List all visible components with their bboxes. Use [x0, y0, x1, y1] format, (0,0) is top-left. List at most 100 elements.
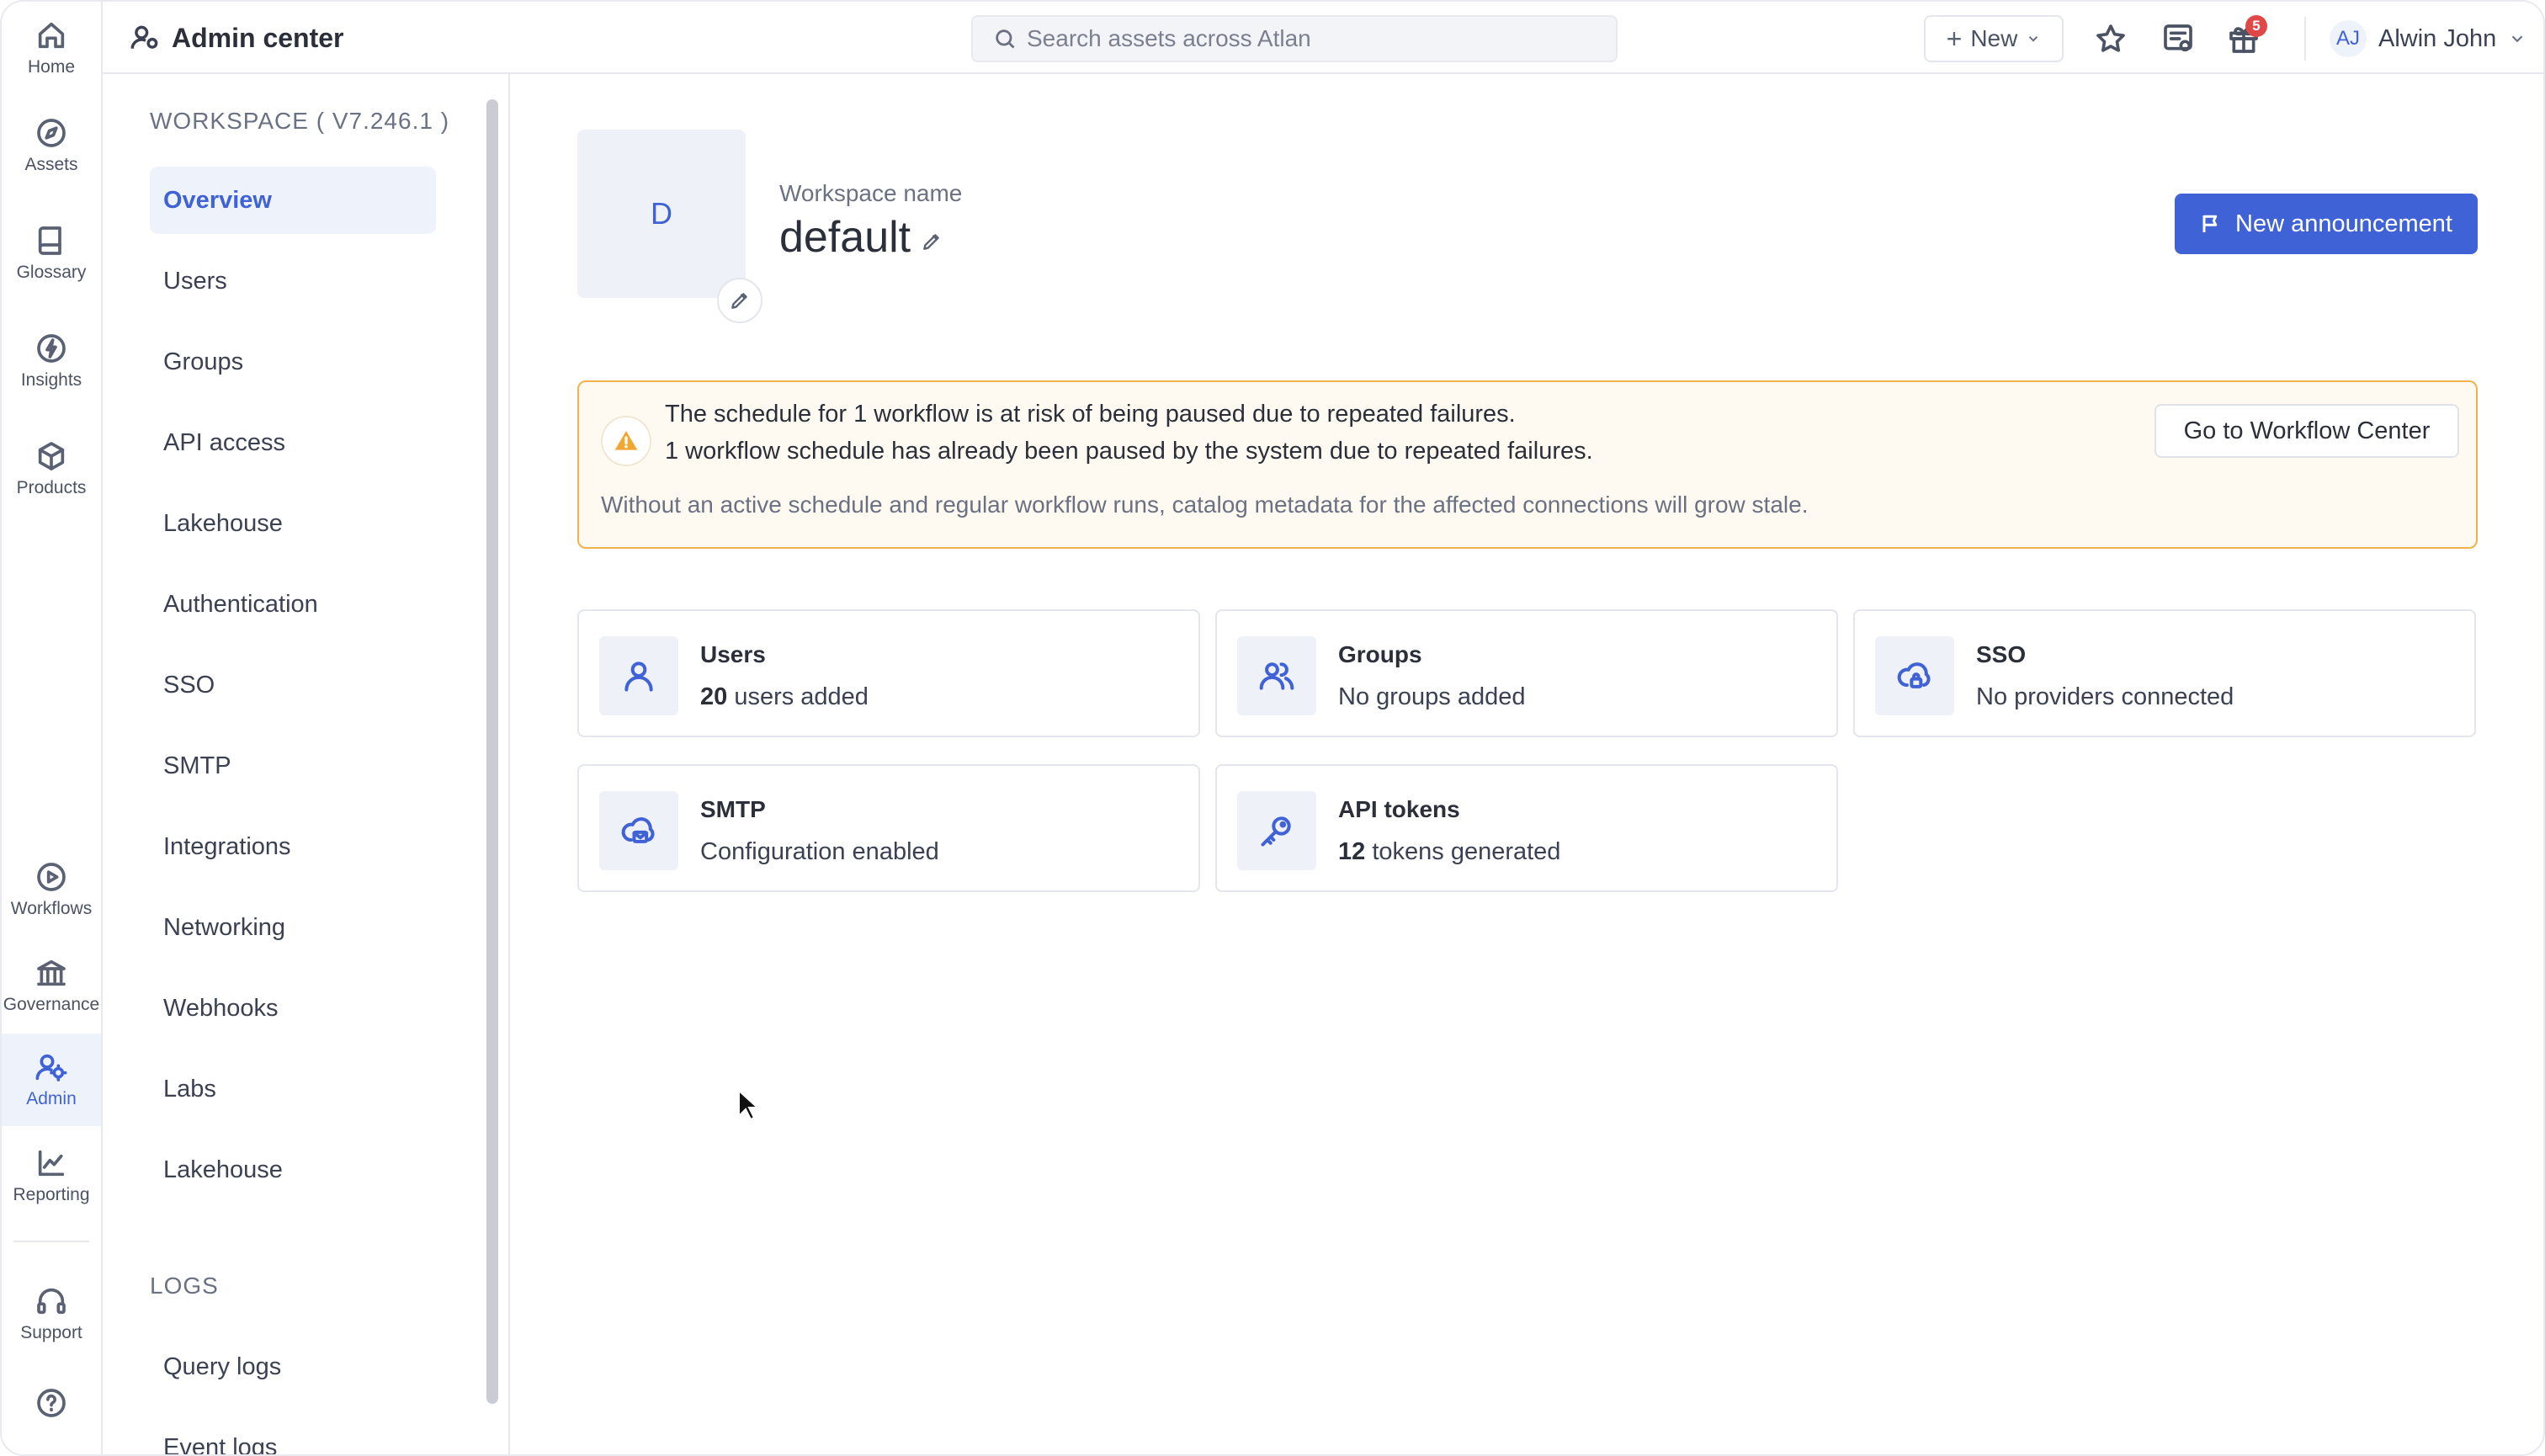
headset-icon: [37, 1288, 66, 1315]
bolt-icon: [37, 334, 66, 363]
sidebar-item-smtp[interactable]: SMTP: [150, 732, 436, 800]
search-input[interactable]: [1027, 25, 1599, 52]
sidebar-item-groups[interactable]: Groups: [150, 328, 436, 396]
search-icon: [996, 29, 1015, 49]
chart-icon: [38, 1150, 65, 1177]
card-title: Users: [700, 641, 766, 667]
warning-text: The schedule for 1 workflow is at risk o…: [665, 401, 1516, 428]
rail-item-governance[interactable]: Governance: [2, 939, 101, 1032]
rail-item-products[interactable]: Products: [2, 422, 101, 515]
sidebar-item-labs[interactable]: Labs: [150, 1055, 436, 1123]
sidebar-item-networking[interactable]: Networking: [150, 894, 436, 961]
starred-button[interactable]: [2091, 19, 2131, 59]
edit-avatar-button[interactable]: [717, 278, 762, 323]
groups-card[interactable]: Groups No groups added: [1215, 609, 1838, 737]
scrollbar[interactable]: [486, 99, 498, 1404]
inbox-check-icon: [2164, 24, 2192, 52]
rail-item-label: Reporting: [13, 1185, 90, 1204]
warning-description: Without an active schedule and regular w…: [601, 492, 1809, 518]
sidebar-item-api-access[interactable]: API access: [150, 409, 436, 476]
card-subtitle: Configuration enabled: [700, 838, 939, 865]
new-button[interactable]: + New: [1924, 15, 2064, 62]
sidebar-item-integrations[interactable]: Integrations: [150, 813, 436, 880]
user-icon: [599, 636, 678, 715]
logs-section-title: LOGS: [150, 1273, 219, 1299]
rail-item-glossary[interactable]: Glossary: [2, 207, 101, 300]
rail-item-reporting[interactable]: Reporting: [2, 1129, 101, 1222]
workspace-section-title: WORKSPACE ( V7.246.1 ): [150, 108, 450, 134]
card-subtitle-text: tokens generated: [1365, 838, 1561, 865]
app-window: Home Assets Glossary Insights Products W…: [0, 0, 2545, 1456]
divider: [2304, 17, 2306, 61]
card-subtitle: No providers connected: [1976, 683, 2234, 710]
card-title: SSO: [1976, 641, 2027, 667]
smtp-card[interactable]: SMTP Configuration enabled: [577, 764, 1200, 892]
rail-item-admin[interactable]: Admin: [2, 1034, 101, 1126]
warning-icon: [601, 416, 651, 466]
sidebar-item-sso[interactable]: SSO: [150, 651, 436, 719]
sso-card[interactable]: SSO No providers connected: [1853, 609, 2476, 737]
rail-item-label: Support: [20, 1323, 82, 1342]
pencil-icon: [923, 234, 939, 250]
key-icon: [1237, 791, 1316, 870]
card-count: 12: [1338, 838, 1366, 865]
sidebar-item-users[interactable]: Users: [150, 247, 436, 315]
rail-item-workflows[interactable]: Workflows: [2, 843, 101, 936]
sidebar-item-event-logs[interactable]: Event logs: [150, 1414, 436, 1455]
rail-item-label: Assets: [24, 155, 78, 174]
home-icon: [38, 22, 65, 49]
card-count: 20: [700, 683, 728, 710]
warning-text: 1 workflow schedule has already been pau…: [665, 438, 1593, 465]
avatar: AJ: [2330, 20, 2367, 57]
sidebar-item-authentication[interactable]: Authentication: [150, 571, 436, 638]
notification-badge: 5: [2245, 15, 2267, 37]
user-menu[interactable]: AJ Alwin John: [2330, 17, 2526, 61]
workspace-name-label: Workspace name: [779, 180, 963, 206]
sidebar-item-lakehouse-2[interactable]: Lakehouse: [150, 1136, 436, 1204]
chevron-down-icon: [2511, 35, 2523, 43]
workflow-warning-banner: The schedule for 1 workflow is at risk o…: [577, 380, 2478, 549]
go-to-workflow-center-button[interactable]: Go to Workflow Center: [2154, 404, 2459, 458]
sidebar-item-lakehouse[interactable]: Lakehouse: [150, 490, 436, 557]
star-icon: [2096, 24, 2125, 52]
admin-sidebar: WORKSPACE ( V7.246.1 ) Overview Users Gr…: [103, 74, 510, 1455]
plus-icon: +: [1946, 23, 1963, 54]
rail-item-home[interactable]: Home: [2, 2, 101, 94]
rail-item-support[interactable]: Support: [2, 1267, 101, 1360]
whats-new-button[interactable]: 5: [2224, 15, 2267, 59]
sidebar-item-query-logs[interactable]: Query logs: [150, 1333, 436, 1400]
cloud-lock-icon: [1875, 636, 1954, 715]
users-card[interactable]: Users 20 users added: [577, 609, 1200, 737]
rail-divider: [13, 1241, 89, 1242]
pencil-icon: [731, 293, 747, 309]
bank-icon: [37, 959, 66, 986]
help-icon: [37, 1389, 66, 1417]
megaphone-icon: [2202, 215, 2218, 232]
cloud-mail-icon: [599, 791, 678, 870]
new-button-label: New: [1970, 25, 2018, 51]
rail-item-label: Glossary: [16, 263, 87, 282]
card-subtitle-text: users added: [727, 683, 869, 710]
workspace-name: default: [779, 213, 911, 262]
help-button[interactable]: [2, 1357, 101, 1449]
users-icon: [1237, 636, 1316, 715]
rail-item-insights[interactable]: Insights: [2, 315, 101, 407]
api-tokens-card[interactable]: API tokens 12 tokens generated: [1215, 764, 1838, 892]
sidebar-item-overview[interactable]: Overview: [150, 167, 436, 234]
rail-item-label: Insights: [20, 370, 82, 390]
page-title: Admin center: [172, 22, 344, 53]
new-announcement-button[interactable]: New announcement: [2175, 194, 2478, 254]
card-title: Groups: [1338, 641, 1422, 667]
search-box[interactable]: [971, 15, 1618, 62]
sidebar-item-webhooks[interactable]: Webhooks: [150, 975, 436, 1042]
book-icon: [38, 226, 61, 255]
mouse-cursor: [738, 1089, 760, 1121]
requests-button[interactable]: [2158, 19, 2198, 59]
workspace-avatar: D: [577, 130, 746, 298]
rail-item-assets[interactable]: Assets: [2, 99, 101, 192]
rail-item-label: Workflows: [10, 899, 93, 918]
top-bar: Admin center + New 5 AJ Alwin John: [103, 2, 2543, 74]
cube-icon: [38, 442, 65, 470]
rail-item-label: Home: [27, 57, 76, 77]
edit-name-button[interactable]: [921, 231, 943, 252]
